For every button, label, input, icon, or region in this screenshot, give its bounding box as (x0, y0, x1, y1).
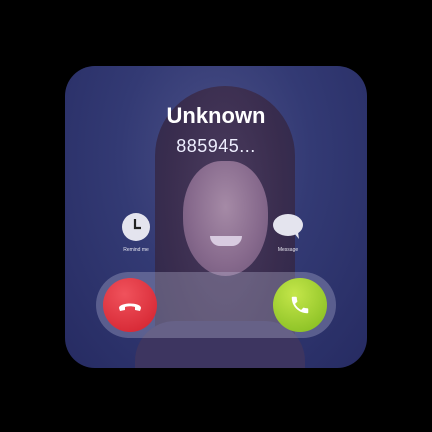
caller-name: Unknown (166, 103, 266, 128)
decline-call-button[interactable] (103, 278, 157, 332)
remind-me-label: Remind me (123, 247, 149, 253)
phone-hangup-icon (119, 303, 141, 311)
accept-call-button[interactable] (273, 278, 327, 332)
caller-number: 885945... (176, 136, 256, 156)
caller-photo-smile (210, 236, 242, 246)
clock-icon (122, 213, 150, 241)
message-button[interactable]: Message (263, 213, 313, 253)
caller-photo-face (183, 161, 268, 276)
message-label: Message (277, 247, 299, 253)
incoming-call-screen: Unknown 885945... Remind me Message (65, 66, 367, 368)
message-bubble-icon (273, 213, 303, 241)
phone-icon (291, 296, 309, 314)
remind-me-button[interactable]: Remind me (111, 213, 161, 253)
